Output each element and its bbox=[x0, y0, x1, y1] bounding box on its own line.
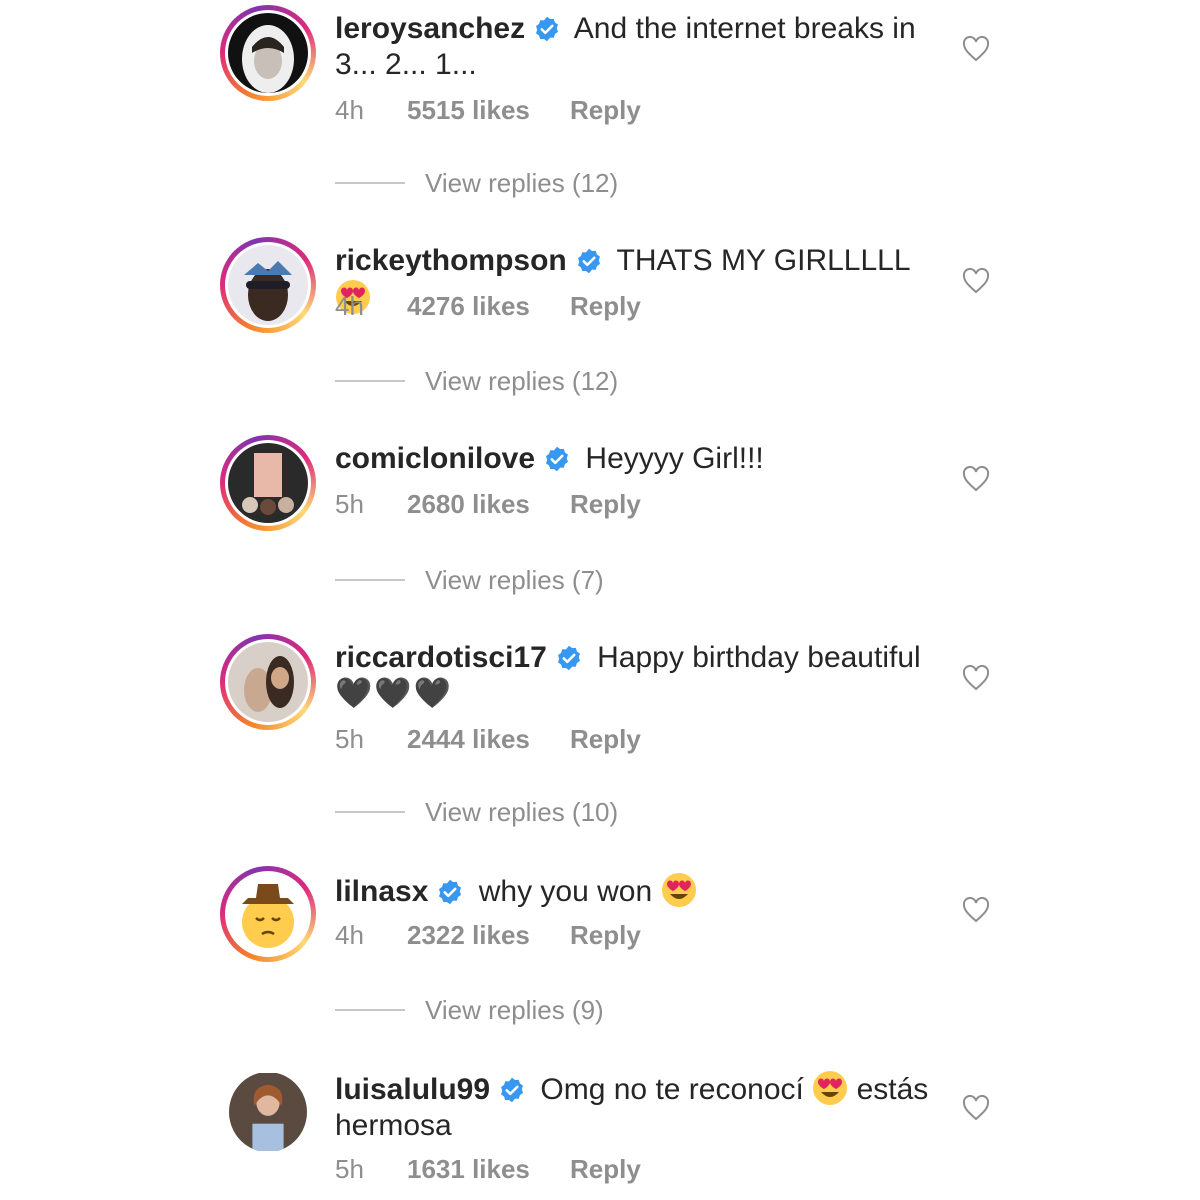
like-heart-icon[interactable] bbox=[962, 897, 990, 925]
comment-meta: 5h 2680 likes Reply bbox=[335, 489, 641, 520]
verified-badge-icon bbox=[555, 644, 583, 672]
comment-meta: 5h 2444 likes Reply bbox=[335, 724, 641, 755]
avatar-story-ring[interactable] bbox=[220, 435, 316, 531]
comment-text: why you won bbox=[478, 875, 653, 908]
comment-text-block: riccardotisci17 Happy birthday beautiful… bbox=[335, 640, 935, 712]
like-heart-icon[interactable] bbox=[962, 665, 990, 693]
verified-badge-icon bbox=[533, 15, 561, 43]
reply-button[interactable]: Reply bbox=[570, 1154, 641, 1184]
avatar bbox=[228, 443, 308, 523]
avatar bbox=[228, 245, 308, 325]
comment-text-block: lilnasx why you won bbox=[335, 872, 935, 910]
avatar bbox=[228, 874, 308, 954]
comment-time: 4h bbox=[335, 291, 364, 321]
reply-button[interactable]: Reply bbox=[570, 920, 641, 950]
view-replies-label: View replies (10) bbox=[425, 797, 619, 827]
username[interactable]: lilnasx bbox=[335, 875, 428, 908]
avatar bbox=[228, 13, 308, 93]
view-replies-button[interactable]: View replies (12) bbox=[335, 366, 618, 397]
likes-count[interactable]: 5515 likes bbox=[407, 95, 570, 126]
username[interactable]: riccardotisci17 bbox=[335, 641, 547, 674]
comment-text: Happy birthday beautiful bbox=[597, 641, 921, 674]
like-heart-icon[interactable] bbox=[962, 466, 990, 494]
replies-divider bbox=[335, 1009, 405, 1011]
avatar-story-ring[interactable] bbox=[220, 5, 316, 101]
comment-time: 4h bbox=[335, 95, 364, 125]
like-heart-icon[interactable] bbox=[962, 1095, 990, 1123]
reply-button[interactable]: Reply bbox=[570, 724, 641, 754]
username[interactable]: luisalulu99 bbox=[335, 1073, 490, 1106]
comment-meta: 4h 2322 likes Reply bbox=[335, 920, 641, 951]
comment-meta: 4h 5515 likes Reply bbox=[335, 95, 641, 126]
comment-text-block: comiclonilove Heyyyy Girl!!! bbox=[335, 441, 935, 477]
view-replies-label: View replies (7) bbox=[425, 565, 604, 595]
comment-text-block: luisalulu99 Omg no te reconocí estás her… bbox=[335, 1070, 935, 1144]
view-replies-label: View replies (9) bbox=[425, 995, 604, 1025]
avatar bbox=[229, 1072, 307, 1152]
view-replies-button[interactable]: View replies (10) bbox=[335, 797, 618, 828]
verified-badge-icon bbox=[575, 247, 603, 275]
comment-time: 4h bbox=[335, 920, 364, 950]
comment-time: 5h bbox=[335, 489, 364, 519]
comment-meta: 5h 1631 likes Reply bbox=[335, 1154, 641, 1185]
view-replies-label: View replies (12) bbox=[425, 366, 619, 396]
likes-count[interactable]: 2680 likes bbox=[407, 489, 570, 520]
like-heart-icon[interactable] bbox=[962, 268, 990, 296]
replies-divider bbox=[335, 811, 405, 813]
reply-button[interactable]: Reply bbox=[570, 291, 641, 321]
replies-divider bbox=[335, 380, 405, 382]
verified-badge-icon bbox=[543, 445, 571, 473]
comment-time: 5h bbox=[335, 724, 364, 754]
likes-count[interactable]: 4276 likes bbox=[407, 291, 570, 322]
comment-text-block: leroysanchez And the internet breaks in … bbox=[335, 11, 935, 83]
username[interactable]: leroysanchez bbox=[335, 12, 525, 45]
black-hearts-emoji: 🖤🖤🖤 bbox=[335, 677, 454, 710]
avatar-story-ring[interactable] bbox=[220, 634, 316, 730]
comment-text: THATS MY GIRLLLLL bbox=[616, 244, 911, 277]
reply-button[interactable]: Reply bbox=[570, 489, 641, 519]
comment-time: 5h bbox=[335, 1154, 364, 1184]
verified-badge-icon bbox=[498, 1076, 526, 1104]
likes-count[interactable]: 1631 likes bbox=[407, 1154, 570, 1185]
username[interactable]: comiclonilove bbox=[335, 442, 535, 475]
comment-meta: 4h 4276 likes Reply bbox=[335, 291, 641, 322]
view-replies-label: View replies (12) bbox=[425, 168, 619, 198]
like-heart-icon[interactable] bbox=[962, 36, 990, 64]
view-replies-button[interactable]: View replies (7) bbox=[335, 565, 604, 596]
replies-divider bbox=[335, 579, 405, 581]
avatar-story-ring[interactable] bbox=[220, 237, 316, 333]
comment-text: Omg no te reconocí bbox=[540, 1073, 804, 1106]
comment-text: Heyyyy Girl!!! bbox=[585, 442, 764, 475]
avatar bbox=[228, 642, 308, 722]
likes-count[interactable]: 2322 likes bbox=[407, 920, 570, 951]
replies-divider bbox=[335, 182, 405, 184]
view-replies-button[interactable]: View replies (9) bbox=[335, 995, 604, 1026]
avatar-story-ring[interactable] bbox=[220, 866, 316, 962]
verified-badge-icon bbox=[436, 878, 464, 906]
likes-count[interactable]: 2444 likes bbox=[407, 724, 570, 755]
view-replies-button[interactable]: View replies (12) bbox=[335, 168, 618, 199]
avatar-container[interactable] bbox=[220, 1064, 316, 1160]
heart-eyes-emoji-icon bbox=[661, 872, 697, 908]
reply-button[interactable]: Reply bbox=[570, 95, 641, 125]
username[interactable]: rickeythompson bbox=[335, 244, 567, 277]
heart-eyes-emoji-icon bbox=[812, 1070, 848, 1106]
